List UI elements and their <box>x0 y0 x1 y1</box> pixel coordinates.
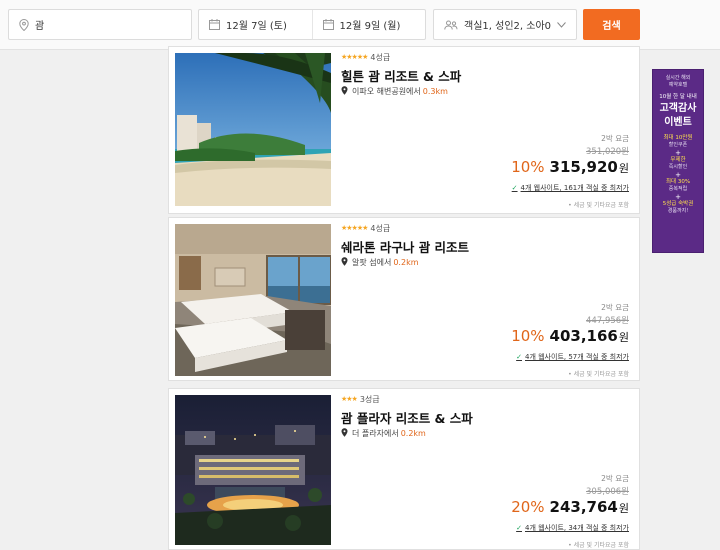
banner-perk3b: 중복적립 <box>668 186 688 192</box>
checkout-value: 12월 9일 (월) <box>339 21 401 32</box>
compare-sites-text: 4개 웹사이트, 57개 객실 중 최저가 <box>525 353 629 361</box>
banner-perk4b: 경품까지! <box>667 208 689 214</box>
tax-note: • 세금 및 기타요금 포함 <box>568 202 629 209</box>
distance: 0.2km <box>393 258 419 267</box>
hotel-info: ★★★★★ 4성급 힐튼 괌 리조트 & 스파 이파오 해변공원에서 0.3km <box>341 51 629 97</box>
guests-value: 객실1, 성인2, 소아0 <box>464 21 552 32</box>
price-line: 20% 243,764원 <box>511 498 629 518</box>
compare-sites-link[interactable]: ✓ 4개 웹사이트, 57개 객실 중 최저가 <box>511 352 629 362</box>
checkin-value: 12월 7일 (토) <box>226 21 287 32</box>
star-icons: ★★★★★ <box>341 53 368 61</box>
hotel-name[interactable]: 힐튼 괌 리조트 & 스파 <box>341 66 629 84</box>
star-rating: ★★★★★ 4성급 <box>341 222 629 234</box>
banner-title2: 이벤트 <box>664 117 692 128</box>
hotel-photo[interactable] <box>175 224 331 376</box>
distance: 0.2km <box>400 429 426 438</box>
currency: 원 <box>618 502 629 515</box>
check-icon: ✓ <box>516 353 522 361</box>
banner-perk2b: 즉시할인 <box>668 164 688 170</box>
calendar-icon <box>322 19 334 30</box>
banner-line2: 예약호텔 <box>668 82 688 88</box>
hotel-info: ★★★ 3성급 괌 플라자 리조트 & 스파 더 플라자에서 0.2km <box>341 393 629 439</box>
discount-rate: 20% <box>511 498 545 516</box>
checkout-field[interactable]: 12월 9일 (월) <box>311 10 426 39</box>
hotel-location: 알팟 섬에서 0.2km <box>341 257 629 268</box>
banner-plus: + <box>675 171 681 179</box>
banner-perk4a: 5성급 숙박권 <box>662 201 694 207</box>
location-text: 더 플라자에서 <box>352 429 399 438</box>
per-night-label: 2박 요금 <box>601 474 629 483</box>
location-text: 알팟 섬에서 <box>352 258 392 267</box>
star-grade: 4성급 <box>370 52 391 62</box>
destination-field[interactable]: 괌 <box>8 9 192 40</box>
banner-title1: 고객감사 <box>659 103 697 114</box>
price-block: 2박 요금 351,020원 10% 315,920원 ✓ 4개 웹사이트, 161… <box>511 133 629 209</box>
banner-plus: + <box>675 193 681 201</box>
hotel-name[interactable]: 괌 플라자 리조트 & 스파 <box>341 408 629 426</box>
banner-perk1b: 할인쿠폰 <box>668 142 688 148</box>
original-price: 305,006원 <box>586 487 629 497</box>
star-grade: 4성급 <box>370 223 391 233</box>
star-grade: 3성급 <box>359 394 380 404</box>
discount-rate: 10% <box>511 158 545 176</box>
price: 315,920 <box>549 158 618 176</box>
tax-note: • 세금 및 기타요금 포함 <box>568 371 629 378</box>
location-pin-icon <box>19 18 29 31</box>
tax-note: • 세금 및 기타요금 포함 <box>568 542 629 549</box>
distance: 0.3km <box>422 87 448 96</box>
people-icon <box>444 20 458 30</box>
location-text: 이파오 해변공원에서 <box>352 87 421 96</box>
calendar-icon <box>209 19 220 30</box>
compare-sites-text: 4개 웹사이트, 34개 객실 중 최저가 <box>525 524 629 532</box>
banner-line1: 실시간 해외 <box>665 75 691 81</box>
chevron-down-icon <box>557 20 566 31</box>
currency: 원 <box>618 162 629 175</box>
hotel-card[interactable]: ★★★★★ 4성급 쉐라톤 라구나 괌 리조트 알팟 섬에서 0.2km 2박 … <box>168 217 640 381</box>
location-pin-icon <box>341 86 348 97</box>
price: 243,764 <box>549 498 618 516</box>
star-icons: ★★★★★ <box>341 224 368 232</box>
original-price: 447,956원 <box>586 316 629 326</box>
hotel-name[interactable]: 쉐라톤 라구나 괌 리조트 <box>341 237 629 255</box>
compare-sites-link[interactable]: ✓ 4개 웹사이트, 161개 객실 중 최저가 <box>511 183 629 193</box>
banner-plus: + <box>675 149 681 157</box>
banner-perk3a: 최대 30% <box>665 179 691 185</box>
compare-sites-link[interactable]: ✓ 4개 웹사이트, 34개 객실 중 최저가 <box>511 523 629 533</box>
hotel-card[interactable]: ★★★ 3성급 괌 플라자 리조트 & 스파 더 플라자에서 0.2km 2박 … <box>168 388 640 550</box>
original-price: 351,020원 <box>586 147 629 157</box>
compare-sites-text: 4개 웹사이트, 161개 객실 중 최저가 <box>520 184 629 192</box>
hotel-location: 이파오 해변공원에서 0.3km <box>341 86 629 97</box>
per-night-label: 2박 요금 <box>601 303 629 312</box>
checkin-field[interactable]: 12월 7일 (토) <box>199 10 312 39</box>
per-night-label: 2박 요금 <box>601 134 629 143</box>
banner-perk1a: 최대 10만원 <box>663 135 693 141</box>
guests-field[interactable]: 객실1, 성인2, 소아0 <box>433 9 577 40</box>
hotel-info: ★★★★★ 4성급 쉐라톤 라구나 괌 리조트 알팟 섬에서 0.2km <box>341 222 629 268</box>
check-icon: ✓ <box>516 524 522 532</box>
hotel-location: 더 플라자에서 0.2km <box>341 428 629 439</box>
currency: 원 <box>618 331 629 344</box>
price-block: 2박 요금 447,956원 10% 403,166원 ✓ 4개 웹사이트, 57개… <box>511 302 629 378</box>
star-rating: ★★★★★ 4성급 <box>341 51 629 63</box>
hotel-card[interactable]: ★★★★★ 4성급 힐튼 괌 리조트 & 스파 이파오 해변공원에서 0.3km… <box>168 46 640 214</box>
destination-value: 괌 <box>35 21 45 32</box>
discount-rate: 10% <box>511 327 545 345</box>
date-range-field: 12월 7일 (토) 12월 9일 (월) <box>198 9 426 40</box>
price-block: 2박 요금 305,006원 20% 243,764원 ✓ 4개 웹사이트, 34개… <box>511 473 629 549</box>
star-rating: ★★★ 3성급 <box>341 393 629 405</box>
star-icons: ★★★ <box>341 395 358 403</box>
hotel-photo[interactable] <box>175 395 331 545</box>
banner-perk2a: 무제한 <box>670 157 686 163</box>
banner-line3: 10월 한 달 내내 <box>659 94 697 100</box>
location-pin-icon <box>341 428 348 439</box>
price-line: 10% 403,166원 <box>511 327 629 347</box>
search-button[interactable]: 검색 <box>583 9 640 40</box>
price: 403,166 <box>549 327 618 345</box>
search-bar: 괌 12월 7일 (토) 12월 9일 (월) 객실1, 성인2, 소아0 검색 <box>0 0 720 50</box>
promo-banner[interactable]: 실시간 해외 예약호텔 10월 한 달 내내 고객감사 이벤트 최대 10만원 … <box>652 69 704 253</box>
check-icon: ✓ <box>511 184 518 192</box>
location-pin-icon <box>341 257 348 268</box>
hotel-photo[interactable] <box>175 53 331 206</box>
price-line: 10% 315,920원 <box>511 158 629 178</box>
